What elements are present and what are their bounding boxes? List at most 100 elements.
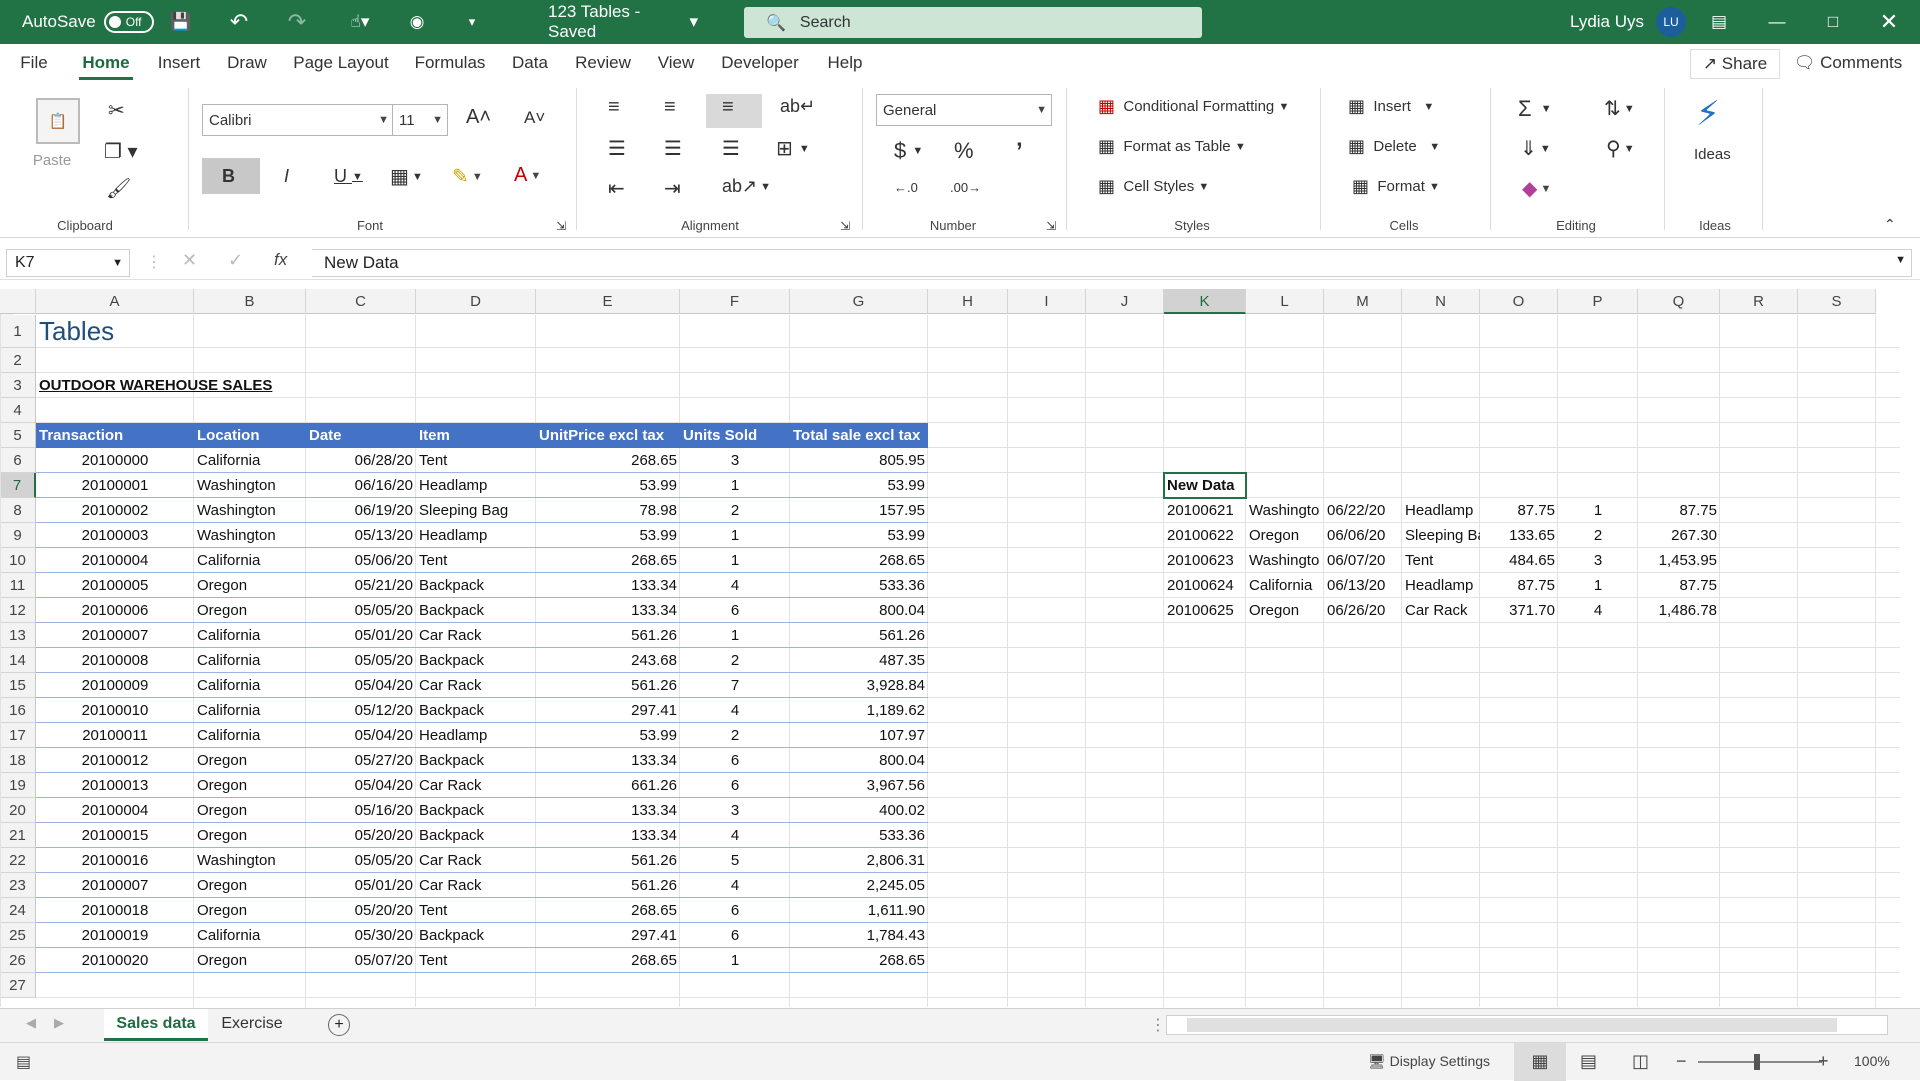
customize-toolbar-icon[interactable]: ▾	[460, 0, 484, 44]
page-layout-view-icon[interactable]: ▤	[1580, 1051, 1597, 1072]
table-cell[interactable]: Tent	[416, 548, 536, 573]
select-all-corner[interactable]	[0, 289, 36, 314]
table-cell[interactable]: 05/21/20	[306, 573, 416, 598]
table-cell[interactable]: Backpack	[416, 598, 536, 623]
new-data-cell[interactable]: Oregon	[1246, 523, 1324, 548]
table-cell[interactable]: 05/13/20	[306, 523, 416, 548]
table-header-cell[interactable]: Transaction	[36, 423, 194, 448]
table-header-cell[interactable]: UnitPrice excl tax	[536, 423, 680, 448]
table-cell[interactable]: Washington	[194, 498, 306, 523]
table-cell[interactable]: Oregon	[194, 748, 306, 773]
insert-cells-button[interactable]: ▦ Insert ▼	[1348, 96, 1434, 117]
table-header-cell[interactable]: Units Sold	[680, 423, 790, 448]
table-cell[interactable]: 1	[680, 623, 790, 648]
new-data-cell[interactable]: 20100624	[1164, 573, 1246, 598]
align-middle-icon[interactable]: ≡	[664, 96, 676, 119]
table-cell[interactable]: Backpack	[416, 823, 536, 848]
table-cell[interactable]: 05/06/20	[306, 548, 416, 573]
table-cell[interactable]: 2	[680, 498, 790, 523]
row-header-25[interactable]: 25	[0, 923, 36, 948]
save-icon[interactable]: 💾	[166, 0, 196, 44]
table-header-cell[interactable]: Item	[416, 423, 536, 448]
table-cell[interactable]: 20100002	[36, 498, 194, 523]
row-header-12[interactable]: 12	[0, 598, 36, 623]
table-cell[interactable]: 53.99	[536, 523, 680, 548]
table-cell[interactable]: Headlamp	[416, 723, 536, 748]
table-cell[interactable]: Oregon	[194, 873, 306, 898]
table-cell[interactable]: 4	[680, 873, 790, 898]
table-cell[interactable]: 533.36	[790, 573, 928, 598]
row-header-19[interactable]: 19	[0, 773, 36, 798]
zoom-level[interactable]: 100%	[1854, 1053, 1890, 1069]
table-cell[interactable]: Backpack	[416, 648, 536, 673]
table-cell[interactable]: 1	[680, 948, 790, 973]
table-cell[interactable]: Oregon	[194, 898, 306, 923]
column-header-j[interactable]: J	[1086, 289, 1164, 314]
table-cell[interactable]: California	[194, 723, 306, 748]
tab-developer[interactable]: Developer	[716, 44, 804, 84]
table-cell[interactable]: 20100005	[36, 573, 194, 598]
table-cell[interactable]: 1	[680, 523, 790, 548]
new-data-cell[interactable]: 1	[1558, 498, 1638, 523]
new-data-cell[interactable]: 87.75	[1638, 573, 1720, 598]
normal-view-icon[interactable]: ▦	[1514, 1043, 1566, 1081]
table-cell[interactable]: 268.65	[790, 548, 928, 573]
comma-style-icon[interactable]: ’	[1016, 138, 1023, 166]
column-header-d[interactable]: D	[416, 289, 536, 314]
row-header-20[interactable]: 20	[0, 798, 36, 823]
currency-icon[interactable]: $ ▼	[894, 138, 923, 164]
table-cell[interactable]: Washington	[194, 848, 306, 873]
row-header-23[interactable]: 23	[0, 873, 36, 898]
align-bottom-icon[interactable]: ≡	[722, 96, 734, 119]
ideas-icon[interactable]: ⚡	[1696, 94, 1720, 134]
table-cell[interactable]: 20100015	[36, 823, 194, 848]
table-cell[interactable]: 20100013	[36, 773, 194, 798]
ideas-button[interactable]: Ideas	[1694, 146, 1731, 163]
row-header-9[interactable]: 9	[0, 523, 36, 548]
table-cell[interactable]: California	[194, 698, 306, 723]
new-data-cell[interactable]: 3	[1558, 548, 1638, 573]
table-cell[interactable]: 133.34	[536, 823, 680, 848]
table-cell[interactable]: 268.65	[536, 898, 680, 923]
new-data-cell[interactable]: 371.70	[1480, 598, 1558, 623]
table-cell[interactable]: 06/28/20	[306, 448, 416, 473]
table-cell[interactable]: 6	[680, 598, 790, 623]
table-cell[interactable]: 6	[680, 773, 790, 798]
table-cell[interactable]: 243.68	[536, 648, 680, 673]
number-format-combo[interactable]: General ▼	[876, 94, 1052, 126]
fill-color-icon[interactable]: ✎ ▼	[452, 164, 483, 189]
row-header-3[interactable]: 3	[0, 373, 36, 398]
new-data-cell[interactable]: Headlamp	[1402, 498, 1480, 523]
table-cell[interactable]: 78.98	[536, 498, 680, 523]
table-cell[interactable]: Headlamp	[416, 523, 536, 548]
table-cell[interactable]: California	[194, 923, 306, 948]
new-data-cell[interactable]: 133.65	[1480, 523, 1558, 548]
new-data-cell[interactable]: Washingto	[1246, 548, 1324, 573]
table-cell[interactable]: 05/20/20	[306, 823, 416, 848]
new-data-cell[interactable]: 06/13/20	[1324, 573, 1402, 598]
zoom-out-icon[interactable]: −	[1676, 1051, 1687, 1072]
table-cell[interactable]: 20100009	[36, 673, 194, 698]
fill-icon[interactable]: ⇓ ▼	[1520, 136, 1551, 161]
user-account[interactable]: Lydia Uys LU	[1570, 0, 1687, 44]
table-cell[interactable]: Washington	[194, 473, 306, 498]
table-cell[interactable]: 487.35	[790, 648, 928, 673]
row-header-21[interactable]: 21	[0, 823, 36, 848]
merge-center-icon[interactable]: ⊞ ▼	[776, 136, 810, 161]
new-data-cell[interactable]: 20100621	[1164, 498, 1246, 523]
table-cell[interactable]: Tent	[416, 948, 536, 973]
table-cell[interactable]: 20100006	[36, 598, 194, 623]
row-header-8[interactable]: 8	[0, 498, 36, 523]
alignment-dialog-launcher-icon[interactable]: ⇲	[840, 219, 850, 233]
table-cell[interactable]: 1	[680, 548, 790, 573]
tab-insert[interactable]: Insert	[152, 44, 206, 84]
table-cell[interactable]: 20100010	[36, 698, 194, 723]
tab-home[interactable]: Home	[74, 44, 138, 84]
add-sheet-icon[interactable]: +	[328, 1014, 350, 1036]
scroll-tabs-left-icon[interactable]: ◀	[26, 1015, 36, 1031]
italic-button[interactable]: I	[284, 166, 289, 187]
new-data-cell[interactable]: Car Rack	[1402, 598, 1480, 623]
new-data-cell[interactable]: 06/22/20	[1324, 498, 1402, 523]
table-cell[interactable]: 20100018	[36, 898, 194, 923]
table-cell[interactable]: 4	[680, 823, 790, 848]
